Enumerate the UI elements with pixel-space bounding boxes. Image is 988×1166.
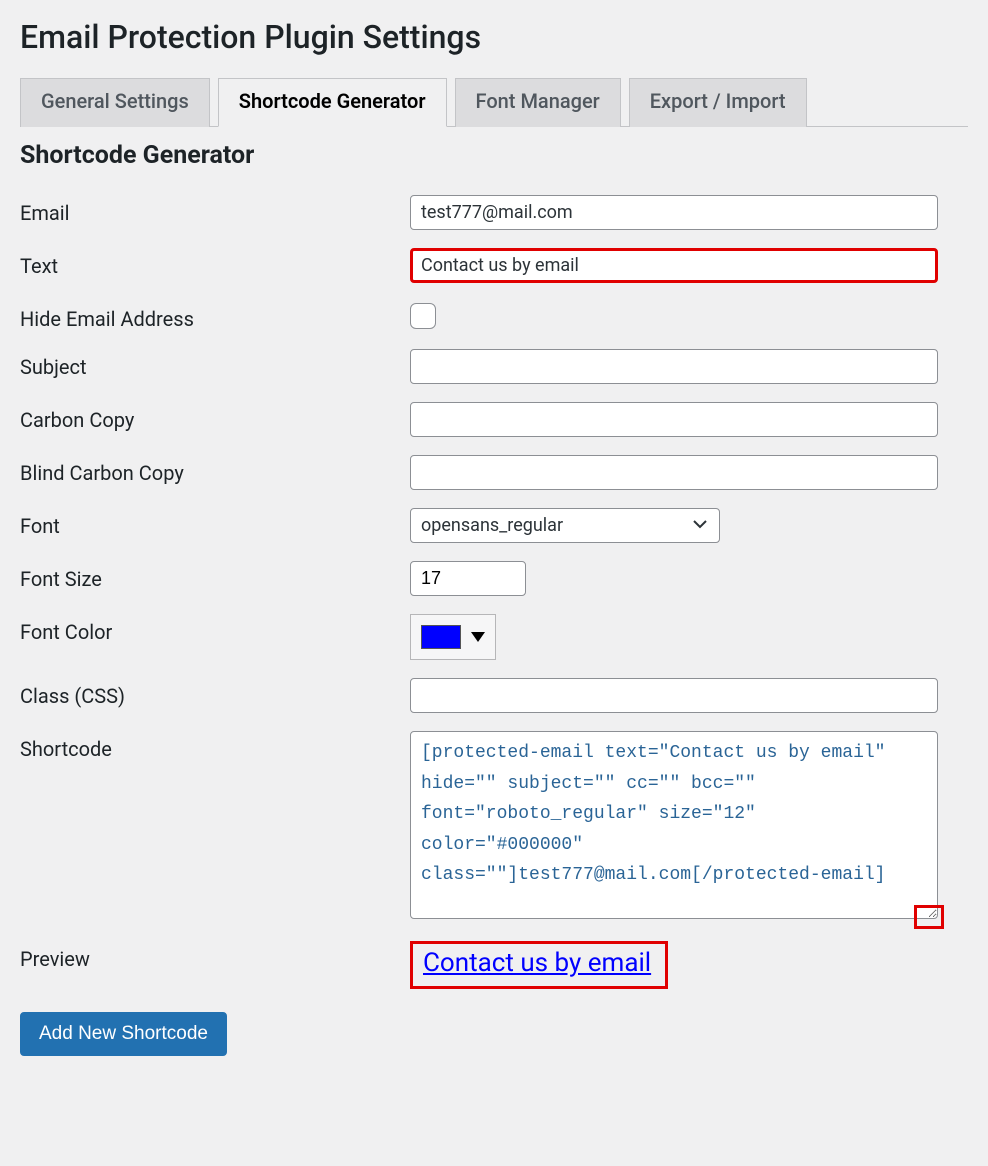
cc-input[interactable] [410, 402, 938, 437]
label-shortcode: Shortcode [20, 731, 410, 761]
font-select[interactable]: opensans_regular [410, 508, 720, 543]
hide-email-checkbox[interactable] [410, 303, 436, 329]
label-subject: Subject [20, 349, 410, 379]
tab-general-settings[interactable]: General Settings [20, 78, 210, 127]
preview-highlight-box: Contact us by email [410, 941, 668, 989]
label-preview: Preview [20, 941, 410, 971]
label-text: Text [20, 248, 410, 278]
section-title: Shortcode Generator [20, 141, 968, 170]
label-email: Email [20, 195, 410, 225]
font-color-picker[interactable] [410, 614, 496, 660]
subject-input[interactable] [410, 349, 938, 384]
caret-down-icon [471, 632, 485, 642]
page-title: Email Protection Plugin Settings [20, 0, 968, 78]
shortcode-output[interactable]: [protected-email text="Contact us by ema… [410, 731, 938, 919]
tab-shortcode-generator[interactable]: Shortcode Generator [218, 78, 447, 127]
label-bcc: Blind Carbon Copy [20, 455, 410, 485]
label-hide-email: Hide Email Address [20, 301, 410, 331]
label-cc: Carbon Copy [20, 402, 410, 432]
add-new-shortcode-button[interactable]: Add New Shortcode [20, 1012, 227, 1056]
text-input[interactable] [410, 248, 938, 283]
font-size-input[interactable] [410, 561, 526, 596]
tab-font-manager[interactable]: Font Manager [455, 78, 621, 127]
tab-export-import[interactable]: Export / Import [629, 78, 807, 127]
settings-form: Email Text Hide Email Address Subject Ca… [20, 186, 968, 998]
label-class-css: Class (CSS) [20, 678, 410, 708]
label-font: Font [20, 508, 410, 538]
color-swatch [421, 625, 461, 649]
tab-bar: General Settings Shortcode Generator Fon… [20, 78, 968, 127]
label-font-size: Font Size [20, 561, 410, 591]
bcc-input[interactable] [410, 455, 938, 490]
class-css-input[interactable] [410, 678, 938, 713]
preview-link[interactable]: Contact us by email [423, 948, 651, 978]
email-input[interactable] [410, 195, 938, 230]
label-font-color: Font Color [20, 614, 410, 644]
